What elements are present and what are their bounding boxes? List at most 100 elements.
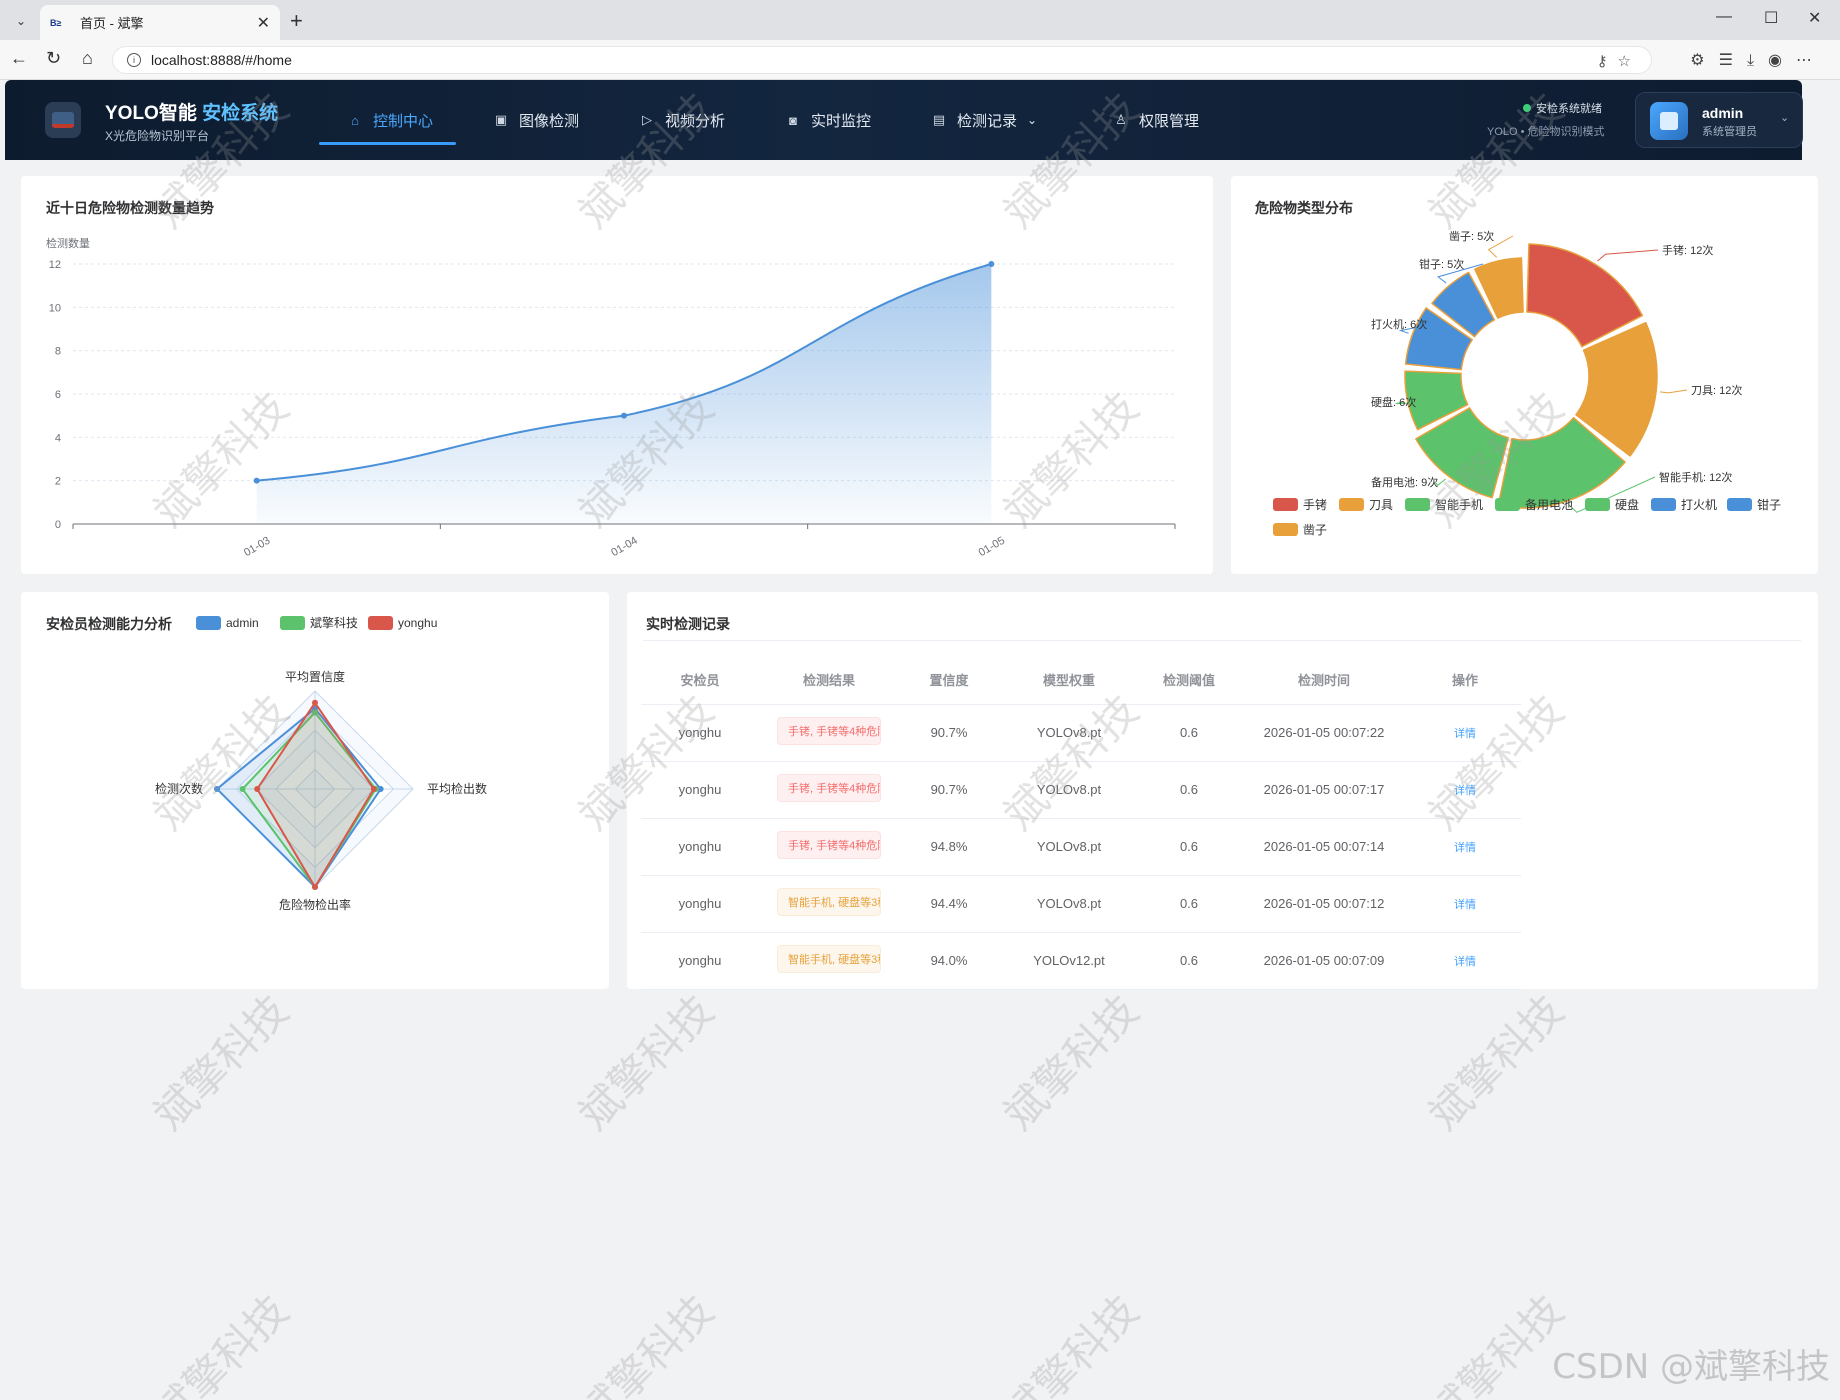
y-tick-label: 0 — [55, 519, 61, 531]
legend-label: 钳子 — [1757, 498, 1781, 512]
radar-indicator-label: 危险物检出率 — [279, 897, 351, 912]
user-menu[interactable]: admin 系统管理员 ⌄ — [1635, 92, 1803, 148]
close-window-icon[interactable]: ✕ — [1808, 8, 1821, 28]
cell-result: 手铐, 手铐等4种危险物 — [759, 704, 899, 762]
browser-toolbar-icons[interactable]: ⚙☰⤓◉⋯ — [1690, 50, 1826, 70]
legend-swatch — [1339, 498, 1364, 511]
legend-label: 刀具 — [1369, 498, 1393, 512]
cell-threshold: 0.6 — [1139, 875, 1239, 933]
detail-link[interactable]: 详情 — [1454, 956, 1476, 968]
user-role: 系统管理员 — [1702, 126, 1757, 138]
radar-indicator-label: 平均检出数 — [427, 781, 487, 796]
pie-label: 智能手机: 12次 — [1659, 470, 1732, 484]
pie-label: 钳子: 5次 — [1419, 257, 1464, 271]
brand-title: YOLO智能 安检系统 — [105, 103, 279, 124]
x-tick-label: 01-04 — [609, 535, 639, 559]
maximize-window-icon[interactable]: ☐ — [1764, 8, 1778, 28]
cell-inspector: yonghu — [641, 932, 759, 990]
pie-label: 硬盘: 6次 — [1371, 395, 1416, 409]
close-tab-icon[interactable]: ✕ — [257, 13, 270, 33]
status-indicator-icon — [1523, 104, 1531, 112]
favicon-icon: B≥ — [50, 17, 62, 28]
cell-inspector: yonghu — [641, 875, 759, 933]
cell-model: YOLOv8.pt — [999, 704, 1139, 762]
detail-link[interactable]: 详情 — [1454, 728, 1476, 740]
detail-link[interactable]: 详情 — [1454, 899, 1476, 911]
cell-action: 详情 — [1409, 932, 1521, 990]
cell-time: 2026-01-05 00:07:17 — [1239, 761, 1409, 819]
col-time: 检测时间 — [1239, 656, 1409, 705]
pie-label: 打火机: 6次 — [1371, 317, 1427, 331]
legend-label: 备用电池 — [1525, 498, 1573, 512]
records-table: 安检员 检测结果 置信度 模型权重 检测阈值 检测时间 操作 yonghu 手铐,… — [641, 656, 1521, 990]
radar-indicator-label: 检测次数 — [155, 781, 203, 796]
y-tick-label: 10 — [49, 302, 61, 314]
cell-inspector: yonghu — [641, 704, 759, 762]
nav-permission[interactable]: ♙ 权限管理 — [1113, 108, 1199, 132]
legend-label: admin — [226, 616, 259, 630]
col-model: 模型权重 — [999, 656, 1139, 705]
address-bar: ← ↻ ⌂ i localhost:8888/#/home ⚷☆ ⚙☰⤓◉⋯ — [0, 40, 1840, 80]
logo-icon — [45, 102, 81, 138]
play-icon: ▷ — [642, 112, 652, 127]
cell-result: 智能手机, 硬盘等3种危险物 — [759, 875, 899, 933]
cell-action: 详情 — [1409, 875, 1521, 933]
legend-swatch — [368, 616, 393, 630]
y-tick-label: 2 — [55, 476, 61, 488]
cell-confidence: 94.4% — [899, 875, 999, 933]
y-tick-label: 8 — [55, 346, 61, 358]
radar-point — [239, 786, 246, 792]
cell-time: 2026-01-05 00:07:09 — [1239, 932, 1409, 990]
data-point — [253, 477, 260, 484]
pie-label: 手铐: 12次 — [1662, 243, 1713, 257]
image-icon: ▣ — [494, 112, 508, 127]
records-title: 实时检测记录 — [646, 616, 730, 632]
legend-label: 凿子 — [1303, 523, 1327, 537]
cell-time: 2026-01-05 00:07:14 — [1239, 818, 1409, 876]
home-icon[interactable]: ⌂ — [82, 48, 93, 69]
watermark: 斌擎科技 — [569, 985, 723, 1140]
user-name: admin — [1702, 105, 1744, 121]
detail-link[interactable]: 详情 — [1454, 842, 1476, 854]
detail-link[interactable]: 详情 — [1454, 785, 1476, 797]
address-actions-icon[interactable]: ⚷☆ — [1597, 52, 1641, 70]
watermark: 斌擎科技 — [994, 985, 1148, 1140]
url-input[interactable]: i localhost:8888/#/home ⚷☆ — [112, 46, 1652, 74]
table-row: yonghu 智能手机, 硬盘等3种危险物 94.4%YOLOv8.pt0.6202… — [641, 875, 1521, 933]
radar-point — [312, 699, 318, 706]
cell-inspector: yonghu — [641, 818, 759, 876]
cell-action: 详情 — [1409, 761, 1521, 819]
cell-model: YOLOv12.pt — [999, 932, 1139, 990]
site-info-icon[interactable]: i — [127, 53, 141, 67]
nav-image-detect[interactable]: ▣ 图像检测 — [493, 108, 579, 132]
radar-indicator-label: 平均置信度 — [285, 669, 345, 684]
back-icon[interactable]: ← — [10, 48, 28, 69]
nav-detect-records[interactable]: ▤ 检测记录 ⌄ — [931, 108, 1037, 132]
reload-icon[interactable]: ↻ — [46, 48, 61, 69]
x-tick-label: 01-03 — [242, 535, 272, 559]
area-fill — [256, 264, 992, 524]
legend-swatch — [1273, 523, 1298, 536]
radar-point — [214, 786, 220, 792]
cell-confidence: 90.7% — [899, 761, 999, 819]
radar-series — [255, 700, 375, 889]
nav-control-center[interactable]: ⌂ 控制中心 — [347, 108, 433, 132]
nav-video-analysis[interactable]: ▷ 视频分析 — [639, 108, 725, 132]
tab-list-dropdown-icon[interactable]: ⌄ — [8, 8, 34, 34]
new-tab-icon[interactable]: + — [290, 8, 303, 34]
y-axis-label: 检测数量 — [46, 236, 90, 250]
x-tick-label: 01-05 — [977, 535, 1007, 559]
pie-label-line — [1660, 389, 1688, 394]
nav-live-monitor[interactable]: ◙ 实时监控 — [785, 108, 871, 132]
browser-tab-bar: ⌄ B≥ 首页 - 斌擎 ✕ + — ☐ ✕ — [0, 0, 1840, 40]
cell-model: YOLOv8.pt — [999, 818, 1139, 876]
cell-result: 手铐, 手铐等4种危险物 — [759, 761, 899, 819]
cell-threshold: 0.6 — [1139, 932, 1239, 990]
watermark: 斌擎科技 — [144, 985, 298, 1140]
result-tag: 手铐, 手铐等4种危险物 — [777, 774, 881, 802]
col-inspector: 安检员 — [641, 656, 759, 705]
minimize-window-icon[interactable]: — — [1716, 8, 1732, 26]
watermark: 斌擎科技 — [994, 1285, 1148, 1400]
cell-model: YOLOv8.pt — [999, 761, 1139, 819]
browser-tab[interactable]: B≥ 首页 - 斌擎 ✕ — [40, 5, 280, 40]
